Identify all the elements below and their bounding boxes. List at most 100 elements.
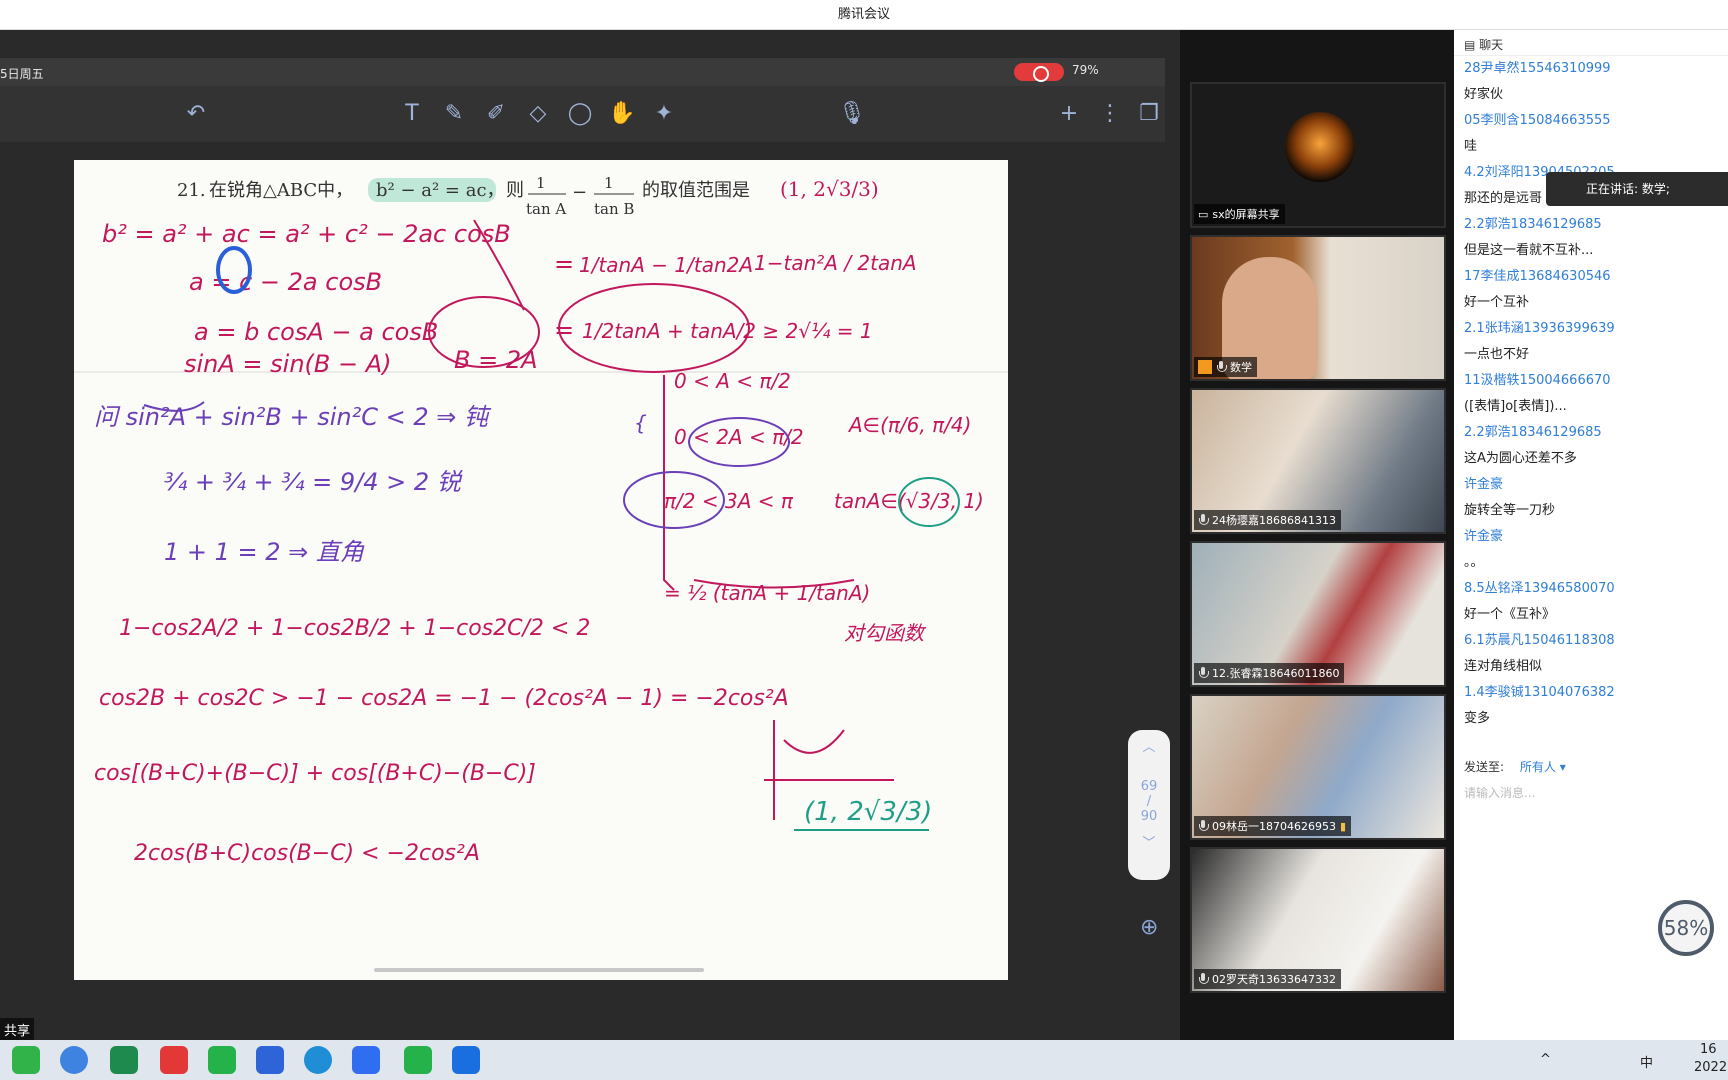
chevron-down-icon[interactable]: ▾ (1560, 760, 1566, 774)
svg-text:b² = a² + ac = a² + c² − 2ac c: b² = a² + ac = a² + c² − 2ac cosB (102, 220, 511, 248)
window-title: 腾讯会议 (0, 0, 1728, 30)
chat-sender[interactable]: 8.5丛铭泽13946580070 (1464, 576, 1724, 602)
participant-tile-host[interactable]: 数学 (1190, 235, 1446, 381)
svg-text:tan A: tan A (526, 200, 566, 218)
chat-sender[interactable]: 2.2郭浩18346129685 (1464, 420, 1724, 446)
svg-text:1: 1 (604, 174, 614, 192)
svg-text:¾ + ¾ + ¾ = 9/4 > 2 锐: ¾ + ¾ + ¾ = 9/4 > 2 锐 (164, 468, 464, 496)
participant-tile[interactable]: 02罗天奇13633647332 (1190, 847, 1446, 993)
participant-name: 数学 (1230, 361, 1252, 374)
problem-answer: (1, 2√3/3) (780, 177, 879, 201)
handwritten-notes-page: 21. 在锐角△ABC中， b² − a² = ac， 则 1 tan A − … (74, 160, 1008, 980)
chat-message: 哇 (1464, 139, 1478, 154)
participant-tile[interactable]: 09林岳一18704626953 ▮ (1190, 694, 1446, 840)
chat-sender[interactable]: 许金豪 (1464, 524, 1724, 550)
participant-name: 02罗天奇13633647332 (1212, 973, 1336, 986)
page-up-icon[interactable]: ︿ (1128, 736, 1170, 755)
text-tool-icon[interactable]: T (398, 100, 426, 128)
ipad-status-bar: 5日周五 79% (0, 58, 1165, 86)
chat-sender[interactable]: 6.1苏晨凡15046118308 (1464, 628, 1724, 654)
chat-message: 一点也不好 (1464, 347, 1530, 362)
chat-sender[interactable]: 17李佳成13684630546 (1464, 264, 1724, 290)
taskbar: ^ 中 16 2022 (0, 1040, 1728, 1080)
iqiyi-icon[interactable] (208, 1046, 236, 1074)
svg-text:0 < A < π/2: 0 < A < π/2 (674, 369, 791, 393)
svg-text:{: { (634, 411, 647, 435)
chat-sender[interactable]: 1.4李骏铖13104076382 (1464, 680, 1724, 706)
edge-icon[interactable] (304, 1046, 332, 1074)
eraser-icon[interactable]: ◇ (524, 100, 552, 128)
svg-text:(1, 2√3/3): (1, 2√3/3) (804, 797, 932, 827)
hand-tool-icon[interactable]: ✋ (608, 100, 636, 128)
clock-time[interactable]: 16 (1700, 1042, 1717, 1057)
chat-sender[interactable]: 11汲楷轶15004666670 (1464, 368, 1724, 394)
chat-input[interactable]: 请输入消息... (1464, 784, 1535, 801)
chat-sender[interactable]: 2.1张玮涵13936399639 (1464, 316, 1724, 342)
tray-expand-icon[interactable]: ^ (1540, 1052, 1551, 1067)
problem-number: 21. (177, 180, 206, 201)
participant-tile-screen-share[interactable]: ▭ sx的屏幕共享 (1190, 82, 1446, 228)
page-total: 90 (1140, 809, 1158, 824)
svg-text:tan B: tan B (594, 200, 634, 218)
network-meter[interactable]: 58% (1658, 900, 1714, 956)
wechat-icon[interactable] (12, 1046, 40, 1074)
signal-strength-icon: ▮ (1339, 819, 1347, 833)
page-down-icon[interactable]: ﹀ (1128, 832, 1170, 851)
pages-icon[interactable]: ❐ (1135, 100, 1163, 128)
browser-icon[interactable] (60, 1046, 88, 1074)
music-icon[interactable] (160, 1046, 188, 1074)
svg-text:1: 1 (536, 174, 546, 192)
pen-icon[interactable]: ✎ (440, 100, 468, 128)
clock-date[interactable]: 2022 (1694, 1060, 1727, 1075)
avatar (1285, 112, 1355, 182)
chat-message: 但是这一看就不互补... (1464, 243, 1594, 258)
svg-text:1 + 1 = 2 ⇒ 直角: 1 + 1 = 2 ⇒ 直角 (164, 538, 365, 566)
tencent-meeting-icon[interactable] (352, 1046, 380, 1074)
participant-tile[interactable]: 24杨璎嘉18686841313 (1190, 388, 1446, 534)
svg-text:B = 2A: B = 2A (454, 346, 538, 374)
zoom-in-icon[interactable]: ⊕ (1140, 915, 1170, 945)
laser-pointer-icon[interactable]: ✦ (650, 100, 678, 128)
ipad-date: 5日周五 (0, 67, 44, 81)
participant-tile[interactable]: 12.张睿霖18646011860 (1190, 541, 1446, 687)
svg-text:−: − (572, 182, 587, 203)
ime-indicator[interactable]: 中 (1640, 1052, 1653, 1071)
send-to-select[interactable]: 所有人 (1520, 760, 1556, 774)
chat-sender[interactable]: 28尹卓然15546310999 (1464, 56, 1724, 82)
svg-text:1/tanA − 1/tan2A: 1/tanA − 1/tan2A (579, 253, 753, 277)
problem-text: 在锐角△ABC中， (209, 180, 353, 201)
qq-browser-icon[interactable] (256, 1046, 284, 1074)
svg-text:sinA = sin(B − A): sinA = sin(B − A) (184, 350, 392, 378)
undo-icon[interactable]: ↶ (182, 100, 210, 128)
more-options-icon[interactable]: ⋮ (1096, 100, 1124, 128)
share-label: 共享 (0, 1018, 35, 1041)
participant-video-column: ▭ sx的屏幕共享 数学 24杨璎嘉18686841313 12.张睿霖18646… (1180, 30, 1454, 1040)
dictionary-icon[interactable] (110, 1046, 138, 1074)
video-player-icon[interactable] (452, 1046, 480, 1074)
highlighter-icon[interactable]: ✐ (482, 100, 510, 128)
page-separator: / (1146, 794, 1152, 809)
participant-name: 12.张睿霖18646011860 (1212, 667, 1340, 680)
page-navigator[interactable]: ︿ 69 / 90 ﹀ (1128, 730, 1170, 880)
svg-text:=: = (554, 316, 574, 344)
chat-sender[interactable]: 许金豪 (1464, 472, 1724, 498)
svg-text:π/2 < 3A < π: π/2 < 3A < π (664, 489, 794, 513)
microphone-muted-icon (1198, 667, 1209, 679)
iqiyi-icon[interactable] (404, 1046, 432, 1074)
chat-sender[interactable]: 2.2郭浩18346129685 (1464, 212, 1724, 238)
chat-message: 变多 (1464, 711, 1491, 726)
microphone-icon[interactable]: 🎙 (838, 100, 866, 128)
chat-message: 这A为圆心还差不多 (1464, 451, 1577, 466)
chat-icon: ▤ (1464, 38, 1480, 52)
svg-text:cos2B + cos2C > −1 − cos2A = −: cos2B + cos2C > −1 − cos2A = −1 − (2cos²… (99, 686, 789, 711)
lasso-icon[interactable]: ◯ (566, 100, 594, 128)
chat-sender[interactable]: 05李则含15084663555 (1464, 108, 1724, 134)
chat-message: 旋转全等一刀秒 (1464, 503, 1556, 518)
host-badge-icon (1198, 360, 1212, 374)
add-page-icon[interactable]: + (1055, 100, 1083, 128)
chat-message-list[interactable]: 28尹卓然15546310999 好家伙 05李则含15084663555 哇 4.2刘… (1464, 56, 1724, 732)
participant-name: 24杨璎嘉18686841313 (1212, 514, 1336, 527)
chat-title: 聊天 (1479, 38, 1504, 52)
svg-text:tanA∈(√3/3, 1): tanA∈(√3/3, 1) (834, 489, 984, 513)
svg-text:cos[(B+C)+(B−C)] + cos[(B+C)−(: cos[(B+C)+(B−C)] + cos[(B+C)−(B−C)] (94, 761, 536, 786)
